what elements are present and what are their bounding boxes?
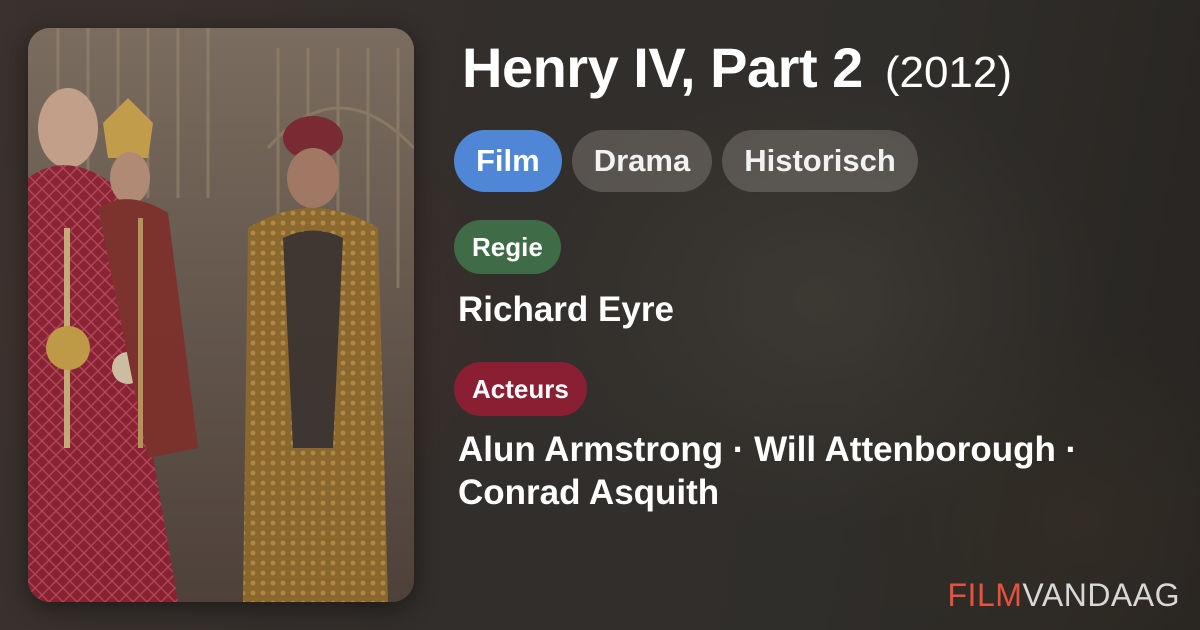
brand-part-vandaag: VANDAAG bbox=[1022, 577, 1180, 613]
director-label: Regie bbox=[454, 220, 561, 274]
cast-section: Acteurs Alun Armstrong · Will Attenborou… bbox=[454, 362, 1174, 514]
cast-list: Alun Armstrong · Will Attenborough · Con… bbox=[458, 428, 1158, 514]
movie-year: (2012) bbox=[884, 48, 1013, 97]
cast-line-1[interactable]: Alun Armstrong · Will Attenborough · bbox=[458, 428, 1158, 471]
movie-poster bbox=[28, 28, 414, 602]
cast-label: Acteurs bbox=[454, 362, 587, 416]
genre-chips: Film Drama Historisch bbox=[454, 130, 1174, 192]
director-name[interactable]: Richard Eyre bbox=[458, 288, 1174, 332]
genre-chip-drama[interactable]: Drama bbox=[571, 130, 713, 192]
genre-chip-film[interactable]: Film bbox=[454, 130, 562, 192]
genre-chip-historisch[interactable]: Historisch bbox=[722, 130, 918, 192]
poster-image bbox=[28, 28, 414, 602]
brand-part-film: FILM bbox=[947, 577, 1023, 613]
director-section: Regie Richard Eyre bbox=[454, 220, 1174, 332]
filmvandaag-logo[interactable]: FILMVANDAAG bbox=[948, 577, 1181, 614]
movie-info: Henry IV, Part 2 (2012) Film Drama Histo… bbox=[454, 40, 1174, 514]
title-row: Henry IV, Part 2 (2012) bbox=[462, 40, 1174, 116]
cast-line-2[interactable]: Conrad Asquith bbox=[458, 471, 1158, 514]
movie-title: Henry IV, Part 2 bbox=[462, 36, 863, 99]
